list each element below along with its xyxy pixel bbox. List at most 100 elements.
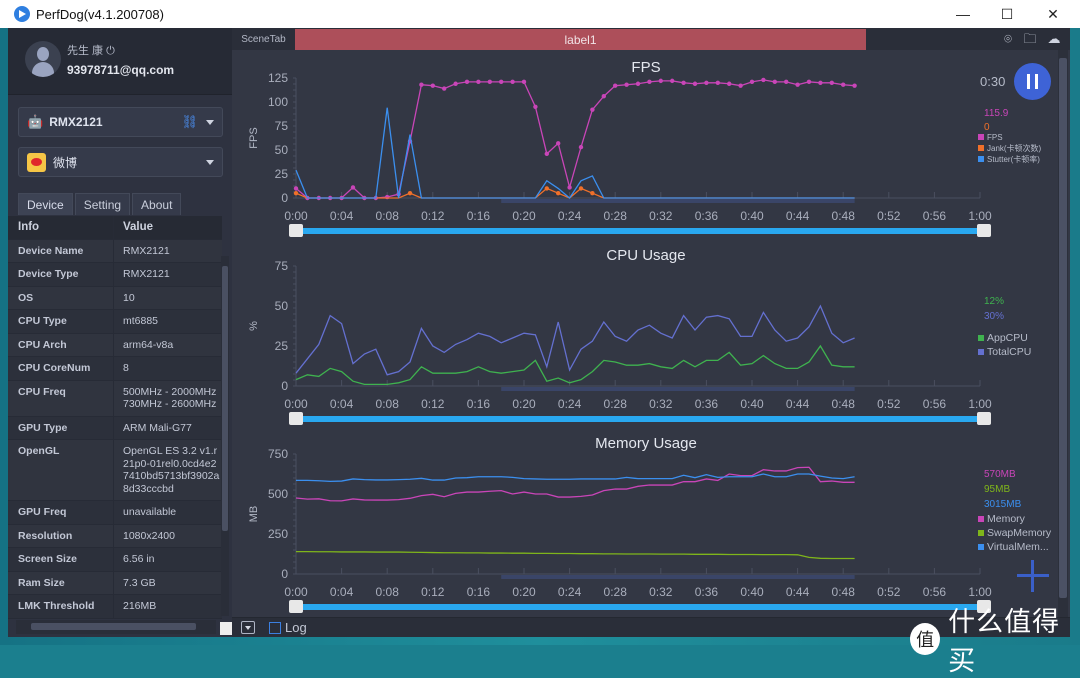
current-value: 0	[984, 122, 990, 133]
x-tick-label: 0:24	[558, 209, 582, 223]
x-tick-label: 0:04	[330, 209, 354, 223]
x-tick-label: 0:52	[877, 585, 901, 599]
data-point	[510, 79, 515, 85]
y-tick-label: 25	[275, 167, 289, 181]
x-tick-label: 0:16	[467, 585, 491, 599]
x-tick-label: 0:04	[330, 397, 354, 411]
chart-title: Memory Usage	[595, 435, 697, 452]
slider-handle-left[interactable]	[289, 600, 303, 613]
legend-label: AppCPU	[987, 332, 1028, 344]
chart-memory-usage: Memory Usage MB 0 250 500 750 0:00 0:04 0:08 0:12…	[248, 435, 1052, 613]
series-line-virtualmem	[296, 473, 855, 483]
data-point	[464, 79, 470, 85]
x-tick-label: 0:08	[376, 209, 400, 223]
x-tick-label: 0:20	[512, 585, 536, 599]
x-tick-label: 0:44	[786, 585, 810, 599]
x-tick-label: 0:52	[877, 397, 901, 411]
x-tick-label: 0:28	[604, 397, 628, 411]
y-tick-label: 25	[275, 339, 289, 353]
x-tick-label: 1:00	[968, 209, 992, 223]
current-value: 115.9	[984, 108, 1009, 119]
watermark: 值 什么值得买	[910, 600, 1080, 678]
visible-range-band	[501, 199, 855, 203]
data-point	[852, 83, 857, 88]
data-point	[658, 78, 663, 84]
x-tick-label: 0:28	[604, 209, 628, 223]
data-point	[624, 82, 629, 87]
x-tick-label: 0:40	[740, 209, 764, 223]
y-tick-label: 0	[281, 379, 288, 393]
y-tick-label: 50	[275, 299, 289, 313]
y-tick-label: 75	[275, 119, 289, 133]
slider-handle-right[interactable]	[977, 224, 991, 237]
x-tick-label: 0:40	[740, 585, 764, 599]
x-tick-label: 0:08	[376, 397, 400, 411]
data-point	[556, 191, 561, 196]
slider-handle-left[interactable]	[289, 224, 303, 237]
y-tick-label: 125	[268, 71, 288, 85]
time-range-slider[interactable]	[296, 604, 984, 610]
x-tick-label: 0:24	[558, 585, 582, 599]
watermark-text: 什么值得买	[948, 607, 1061, 676]
x-tick-label: 0:32	[649, 397, 673, 411]
data-point	[350, 185, 356, 190]
slider-handle-left[interactable]	[289, 412, 303, 425]
time-range-slider[interactable]	[296, 228, 984, 234]
x-tick-label: 0:48	[832, 209, 856, 223]
legend-swatch	[978, 516, 984, 522]
x-tick-label: 0:36	[695, 209, 719, 223]
data-point	[544, 151, 549, 157]
data-point	[499, 79, 504, 85]
slider-handle-right[interactable]	[977, 412, 991, 425]
data-point	[772, 79, 777, 85]
series-line-appcpu	[295, 344, 855, 386]
add-chart-button[interactable]	[1017, 560, 1049, 592]
time-range-slider[interactable]	[296, 416, 984, 422]
pause-button[interactable]	[1014, 63, 1051, 100]
legend-swatch	[978, 530, 984, 536]
x-tick-label: 0:36	[695, 585, 719, 599]
data-point	[419, 82, 424, 87]
data-point	[533, 104, 538, 110]
data-point	[453, 81, 458, 86]
series-line-swapmemory	[296, 550, 855, 560]
current-value: 570MB	[984, 469, 1016, 480]
data-point	[567, 185, 572, 190]
data-point	[647, 79, 652, 85]
data-point	[692, 81, 698, 86]
legend-swatch	[978, 544, 984, 550]
data-point	[727, 81, 732, 86]
y-tick-label: 750	[268, 447, 288, 461]
legend-label: TotalCPU	[987, 346, 1031, 358]
data-point	[430, 83, 435, 88]
legend-label: FPS	[987, 133, 1003, 142]
data-point	[578, 144, 584, 150]
x-tick-label: 0:20	[512, 209, 536, 223]
data-point	[635, 81, 641, 86]
data-point	[818, 80, 823, 86]
data-point	[806, 79, 812, 85]
data-point	[829, 80, 834, 86]
legend-label: SwapMemory	[987, 527, 1052, 539]
current-value: 95MB	[984, 484, 1010, 495]
legend-label: Memory	[987, 513, 1026, 525]
series-line-fps	[295, 79, 855, 199]
x-tick-label: 0:00	[284, 397, 308, 411]
data-point	[521, 79, 527, 85]
y-tick-label: 250	[268, 527, 288, 541]
data-point	[784, 79, 789, 85]
series-line-stutter	[295, 107, 855, 199]
data-point	[670, 78, 675, 84]
y-tick-label: 500	[268, 487, 288, 501]
data-point	[761, 77, 766, 83]
series-line-memory	[295, 466, 855, 502]
legend-label: VirtualMem...	[987, 541, 1049, 553]
data-point	[613, 83, 618, 88]
x-tick-label: 0:08	[376, 585, 400, 599]
y-axis-label: MB	[248, 506, 260, 523]
y-tick-label: 50	[275, 143, 289, 157]
y-axis-label: %	[248, 321, 260, 331]
y-axis-label: FPS	[248, 127, 260, 148]
x-tick-label: 0:00	[284, 585, 308, 599]
x-tick-label: 0:56	[923, 397, 947, 411]
